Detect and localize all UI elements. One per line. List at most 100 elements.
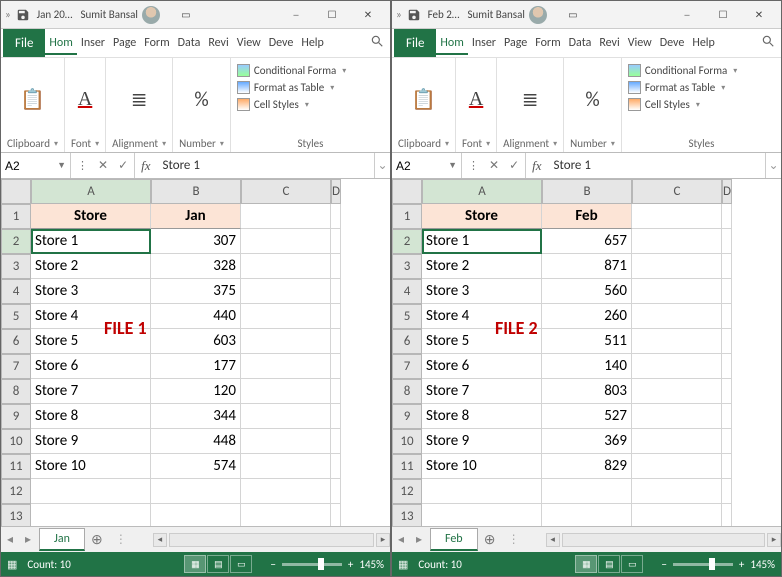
name-box[interactable]: ▼ <box>1 153 71 178</box>
cell-c3[interactable] <box>241 254 331 279</box>
name-box-input[interactable] <box>396 159 446 173</box>
cell-c10[interactable] <box>241 429 331 454</box>
page-break-view-button[interactable]: ▭ <box>621 555 643 573</box>
cell-b9[interactable]: 344 <box>151 404 241 429</box>
clipboard-icon[interactable]: 📋 <box>411 87 436 112</box>
cell-d1[interactable] <box>331 204 341 229</box>
cell-a5[interactable]: Store 4 <box>31 304 151 329</box>
cell-13-0[interactable] <box>422 504 542 526</box>
normal-view-button[interactable]: ▦ <box>184 555 206 573</box>
row-header-11[interactable]: 11 <box>1 454 31 479</box>
cell-13-1[interactable] <box>542 504 632 526</box>
cell-b5[interactable]: 260 <box>542 304 632 329</box>
qat-dots-icon[interactable]: » <box>5 8 11 21</box>
cell-styles-button[interactable]: Cell Styles▾ <box>237 96 384 113</box>
cell-12-2[interactable] <box>632 479 722 504</box>
align-icon[interactable]: ≣ <box>131 87 148 112</box>
ribbon-tab-revi[interactable]: Revi <box>204 31 232 55</box>
cell-b10[interactable]: 369 <box>542 429 632 454</box>
add-sheet-button[interactable]: ⊕ <box>85 531 109 548</box>
cell-a11[interactable]: Store 10 <box>422 454 542 479</box>
cell-b8[interactable]: 120 <box>151 379 241 404</box>
cell-12-0[interactable] <box>422 479 542 504</box>
cell-d6[interactable] <box>331 329 341 354</box>
row-header-1[interactable]: 1 <box>1 204 31 229</box>
maximize-button[interactable]: ☐ <box>314 3 350 27</box>
cell-a9[interactable]: Store 8 <box>31 404 151 429</box>
cell-a7[interactable]: Store 6 <box>422 354 542 379</box>
ribbon-tab-data[interactable]: Data <box>174 31 205 55</box>
cell-b11[interactable]: 574 <box>151 454 241 479</box>
dots-icon[interactable]: ⋮ <box>77 159 88 172</box>
cell-b6[interactable]: 603 <box>151 329 241 354</box>
row-header-9[interactable]: 9 <box>392 404 422 429</box>
cell-a11[interactable]: Store 10 <box>31 454 151 479</box>
cell-a8[interactable]: Store 7 <box>422 379 542 404</box>
cell-c11[interactable] <box>241 454 331 479</box>
select-all-corner[interactable] <box>1 179 31 204</box>
cell-c7[interactable] <box>241 354 331 379</box>
avatar[interactable] <box>529 6 547 24</box>
cell-b4[interactable]: 375 <box>151 279 241 304</box>
cell-styles-button[interactable]: Cell Styles▾ <box>628 96 775 113</box>
scroll-track[interactable] <box>562 533 765 547</box>
cell-c8[interactable] <box>241 379 331 404</box>
row-header-13[interactable]: 13 <box>392 504 422 526</box>
cell-c9[interactable] <box>632 404 722 429</box>
cancel-icon[interactable]: ✕ <box>489 158 499 173</box>
cell-c1[interactable] <box>241 204 331 229</box>
cell-c8[interactable] <box>632 379 722 404</box>
cell-13-3[interactable] <box>331 504 341 526</box>
ribbon-tab-inser[interactable]: Inser <box>468 31 500 55</box>
zoom-handle[interactable] <box>318 558 324 570</box>
cell-a10[interactable]: Store 9 <box>422 429 542 454</box>
cell-c10[interactable] <box>632 429 722 454</box>
cell-a10[interactable]: Store 9 <box>31 429 151 454</box>
cell-b3[interactable]: 328 <box>151 254 241 279</box>
cell-b3[interactable]: 871 <box>542 254 632 279</box>
cell-d2[interactable] <box>722 229 732 254</box>
row-header-1[interactable]: 1 <box>392 204 422 229</box>
cell-b5[interactable]: 440 <box>151 304 241 329</box>
macro-record-icon[interactable]: ▦ <box>7 558 17 571</box>
file-tab[interactable]: File <box>394 29 436 57</box>
maximize-button[interactable]: ☐ <box>705 3 741 27</box>
cell-d8[interactable] <box>722 379 732 404</box>
ribbon-tab-inser[interactable]: Inser <box>77 31 109 55</box>
row-header-2[interactable]: 2 <box>1 229 31 254</box>
ribbon-tab-deve[interactable]: Deve <box>265 31 298 55</box>
cell-c6[interactable] <box>241 329 331 354</box>
cell-d8[interactable] <box>331 379 341 404</box>
ribbon-tab-view[interactable]: View <box>233 31 265 55</box>
zoom-out-button[interactable]: − <box>270 558 275 571</box>
fx-icon[interactable]: fx <box>135 158 156 174</box>
zoom-slider[interactable] <box>282 563 342 566</box>
cell-c6[interactable] <box>632 329 722 354</box>
cell-12-3[interactable] <box>331 479 341 504</box>
row-header-3[interactable]: 3 <box>392 254 422 279</box>
align-icon[interactable]: ≣ <box>522 87 539 112</box>
row-header-9[interactable]: 9 <box>1 404 31 429</box>
cell-c2[interactable] <box>241 229 331 254</box>
formula-expand-icon[interactable]: ⌄ <box>374 153 390 178</box>
cell-c2[interactable] <box>632 229 722 254</box>
ribbon-options-icon[interactable]: ▭ <box>555 3 591 27</box>
ribbon-tab-hom[interactable]: Hom <box>45 31 76 55</box>
autosave-icon[interactable] <box>406 7 422 23</box>
enter-icon[interactable]: ✓ <box>509 158 519 173</box>
cell-c9[interactable] <box>241 404 331 429</box>
fx-icon[interactable]: fx <box>526 158 547 174</box>
cell-d5[interactable] <box>331 304 341 329</box>
cell-a2[interactable]: Store 1 <box>422 229 542 254</box>
cell-d3[interactable] <box>331 254 341 279</box>
cell-a2[interactable]: Store 1 <box>31 229 151 254</box>
cell-d5[interactable] <box>722 304 732 329</box>
cell-a3[interactable]: Store 2 <box>31 254 151 279</box>
search-icon[interactable] <box>761 34 781 52</box>
cell-c7[interactable] <box>632 354 722 379</box>
row-header-10[interactable]: 10 <box>1 429 31 454</box>
sheet-nav-next-icon[interactable]: ▸ <box>410 527 428 552</box>
col-header-B[interactable]: B <box>542 179 632 204</box>
cell-13-2[interactable] <box>632 504 722 526</box>
row-header-10[interactable]: 10 <box>392 429 422 454</box>
